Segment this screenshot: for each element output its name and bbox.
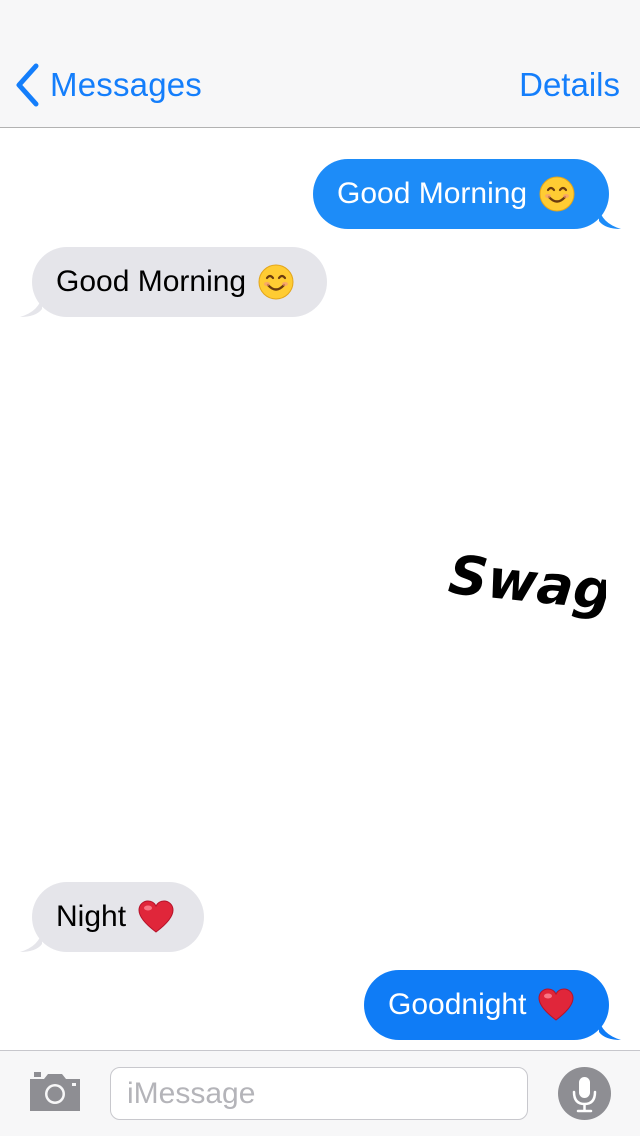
message-bubble-incoming[interactable]: Good Morning — [20, 247, 327, 317]
smiling-face-icon — [258, 264, 294, 300]
camera-button[interactable] — [28, 1071, 82, 1113]
smiling-face-icon — [539, 176, 575, 212]
message-text: Good Morning — [56, 265, 247, 298]
message-bubble-incoming[interactable]: Night — [20, 882, 204, 952]
bubble-tail — [20, 295, 42, 317]
back-button-label: Messages — [50, 66, 203, 103]
swag-text: Swag — [446, 543, 606, 623]
red-heart-icon — [538, 988, 574, 1022]
red-heart-icon — [138, 900, 174, 934]
message-text: Goodnight — [388, 988, 527, 1021]
message-text: Good Morning — [337, 177, 528, 210]
message-input-bar — [0, 1050, 640, 1136]
back-to-messages-button[interactable]: Messages — [14, 58, 202, 112]
message-text: Night — [56, 900, 127, 933]
microphone-icon — [558, 1067, 611, 1120]
swag-overlay-text: Swag — [446, 543, 606, 633]
details-button[interactable]: Details — [519, 58, 620, 112]
message-bubble-outgoing[interactable]: Good Morning — [313, 159, 621, 229]
navigation-bar: Messages Details — [0, 0, 640, 128]
bubble-tail — [599, 207, 621, 229]
bubble-tail — [20, 930, 42, 952]
chevron-left-icon — [14, 63, 40, 107]
message-bubble-outgoing[interactable]: Goodnight — [364, 970, 621, 1040]
imessage-conversation-screen: Messages Details Good Morning Good Morni… — [0, 0, 640, 1136]
camera-icon — [28, 1072, 82, 1117]
microphone-button[interactable] — [558, 1067, 611, 1120]
imessage-input[interactable] — [110, 1067, 528, 1120]
bubble-tail — [599, 1018, 621, 1040]
